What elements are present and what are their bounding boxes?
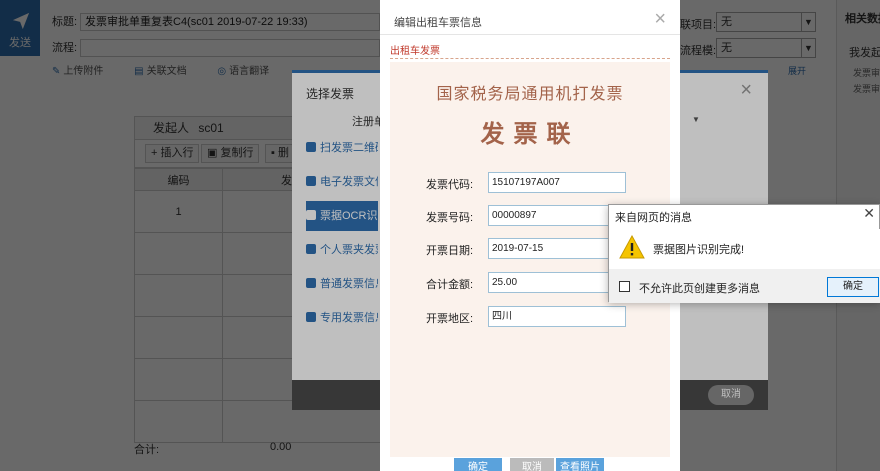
- total-amount-label: 合计金额:: [426, 279, 474, 291]
- alert-message: 票据图片识别完成!: [653, 244, 745, 256]
- suppress-messages-label: 不允许此页创建更多消息: [639, 283, 760, 295]
- dialog-title: 编辑出租车票信息: [394, 17, 482, 29]
- tab-taxi-invoice[interactable]: 出租车发票: [390, 42, 440, 57]
- invoice-date-input[interactable]: 2019-07-15: [488, 238, 626, 259]
- webpage-message-dialog: 来自网页的消息 ✕ 票据图片识别完成! 不允许此页创建更多消息 确定: [608, 204, 880, 303]
- invoice-subtitle: 发票联: [480, 119, 580, 148]
- view-photo-button[interactable]: 查看照片: [556, 458, 604, 471]
- alert-ok-button[interactable]: 确定: [827, 277, 879, 297]
- close-icon[interactable]: ✕: [863, 205, 875, 222]
- invoice-number-input[interactable]: 00000897: [488, 205, 626, 226]
- invoice-region-label: 开票地区:: [426, 313, 474, 325]
- alert-body: 票据图片识别完成!: [609, 229, 880, 269]
- alert-title: 来自网页的消息: [615, 212, 692, 224]
- invoice-title: 国家税务局通用机打发票: [436, 84, 624, 103]
- invoice-code-label: 发票代码:: [426, 179, 474, 191]
- invoice-code-input[interactable]: 15107197A007: [488, 172, 626, 193]
- invoice-region-input[interactable]: 四川: [488, 306, 626, 327]
- close-icon[interactable]: ×: [654, 8, 666, 31]
- alert-footer: 不允许此页创建更多消息 确定: [609, 269, 880, 303]
- cancel-button[interactable]: 取消: [510, 458, 554, 471]
- total-amount-input[interactable]: 25.00: [488, 272, 626, 293]
- warning-icon: [619, 235, 645, 259]
- divider: [380, 34, 680, 35]
- invoice-region-row: 开票地区: 四川: [390, 306, 670, 328]
- divider: [390, 58, 670, 59]
- suppress-messages-checkbox[interactable]: [619, 281, 630, 292]
- invoice-code-row: 发票代码: 15107197A007: [390, 172, 670, 194]
- confirm-button[interactable]: 确定: [454, 458, 502, 471]
- invoice-date-label: 开票日期:: [426, 245, 474, 257]
- invoice-number-label: 发票号码:: [426, 212, 474, 224]
